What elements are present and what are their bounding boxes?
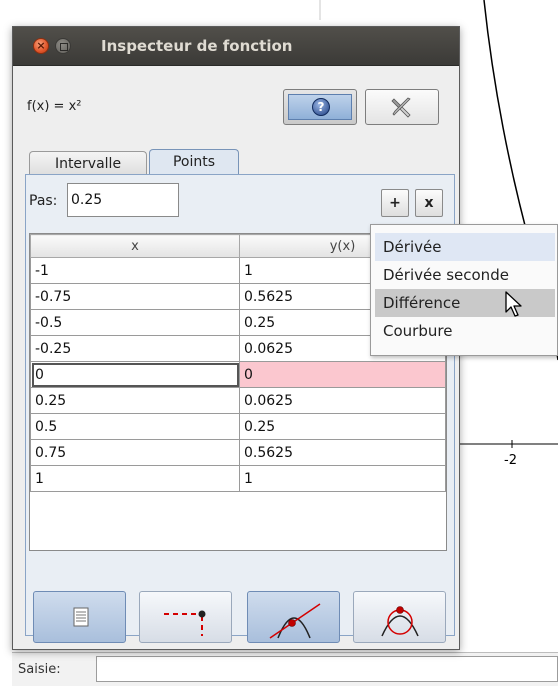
tools-icon	[391, 97, 411, 118]
table-row[interactable]: 0.75 0.5625	[30, 439, 446, 466]
remove-column-button[interactable]: x	[415, 189, 443, 217]
cell-y-highlighted[interactable]: 0	[239, 361, 446, 388]
cell-x[interactable]: -0.75	[30, 283, 240, 310]
table-mode-button[interactable]	[33, 591, 126, 643]
cell-x[interactable]: -0.25	[30, 335, 240, 362]
menu-item-courbure[interactable]: Courbure	[375, 317, 555, 345]
window-titlebar[interactable]: × Inspecteur de fonction	[13, 27, 459, 66]
table-icon	[73, 607, 89, 627]
point-projection-icon	[164, 610, 206, 636]
help-icon: ?	[312, 98, 330, 116]
table-row[interactable]: 0.25 0.0625	[30, 387, 446, 414]
cell-x[interactable]: 0.75	[30, 439, 240, 466]
osculating-circle-icon	[381, 606, 419, 637]
function-label: f(x) = x²	[27, 99, 82, 114]
step-label: Pas:	[29, 193, 58, 209]
oscillating-points-button[interactable]	[139, 591, 232, 643]
tools-button[interactable]	[365, 89, 439, 125]
cell-x[interactable]: 1	[30, 465, 240, 492]
cell-y[interactable]: 0.5625	[239, 439, 446, 466]
tab-points[interactable]: Points	[149, 149, 239, 175]
tangent-button[interactable]	[247, 591, 340, 643]
mouse-cursor-icon	[505, 291, 522, 317]
menu-item-difference[interactable]: Différence	[375, 289, 555, 317]
maximize-icon[interactable]	[55, 38, 71, 54]
cell-y[interactable]: 0.25	[239, 413, 446, 440]
plus-icon: +	[389, 195, 401, 211]
window-title: Inspecteur de fonction	[101, 37, 293, 55]
menu-item-derivee-seconde[interactable]: Dérivée seconde	[375, 261, 555, 289]
table-row[interactable]: 1 1	[30, 465, 446, 492]
osculating-circle-button[interactable]	[353, 591, 446, 643]
cell-x[interactable]: -1	[30, 257, 240, 284]
cell-x[interactable]: 0.25	[30, 387, 240, 414]
x-icon: x	[424, 195, 434, 211]
input-bar-label: Saisie:	[18, 662, 61, 677]
cell-y[interactable]: 1	[239, 465, 446, 492]
step-input[interactable]	[67, 183, 179, 217]
column-header-x[interactable]: x	[30, 234, 240, 258]
cell-x[interactable]: -0.5	[30, 309, 240, 336]
cell-y[interactable]: 0.0625	[239, 387, 446, 414]
table-row-selected[interactable]: 0 0	[30, 361, 446, 388]
tangent-icon	[269, 603, 321, 639]
cell-x[interactable]: 0.5	[30, 413, 240, 440]
add-column-button[interactable]: +	[381, 189, 409, 217]
x-axis-tick-label: -2	[504, 453, 517, 468]
cell-x-editing[interactable]: 0	[30, 361, 240, 388]
close-icon[interactable]: ×	[33, 38, 49, 54]
table-row[interactable]: 0.5 0.25	[30, 413, 446, 440]
menu-item-derivee[interactable]: Dérivée	[375, 233, 555, 261]
add-column-popup-menu: Dérivée Dérivée seconde Différence Courb…	[370, 224, 558, 356]
input-bar-field[interactable]	[96, 656, 558, 682]
help-button[interactable]: ?	[283, 89, 357, 125]
